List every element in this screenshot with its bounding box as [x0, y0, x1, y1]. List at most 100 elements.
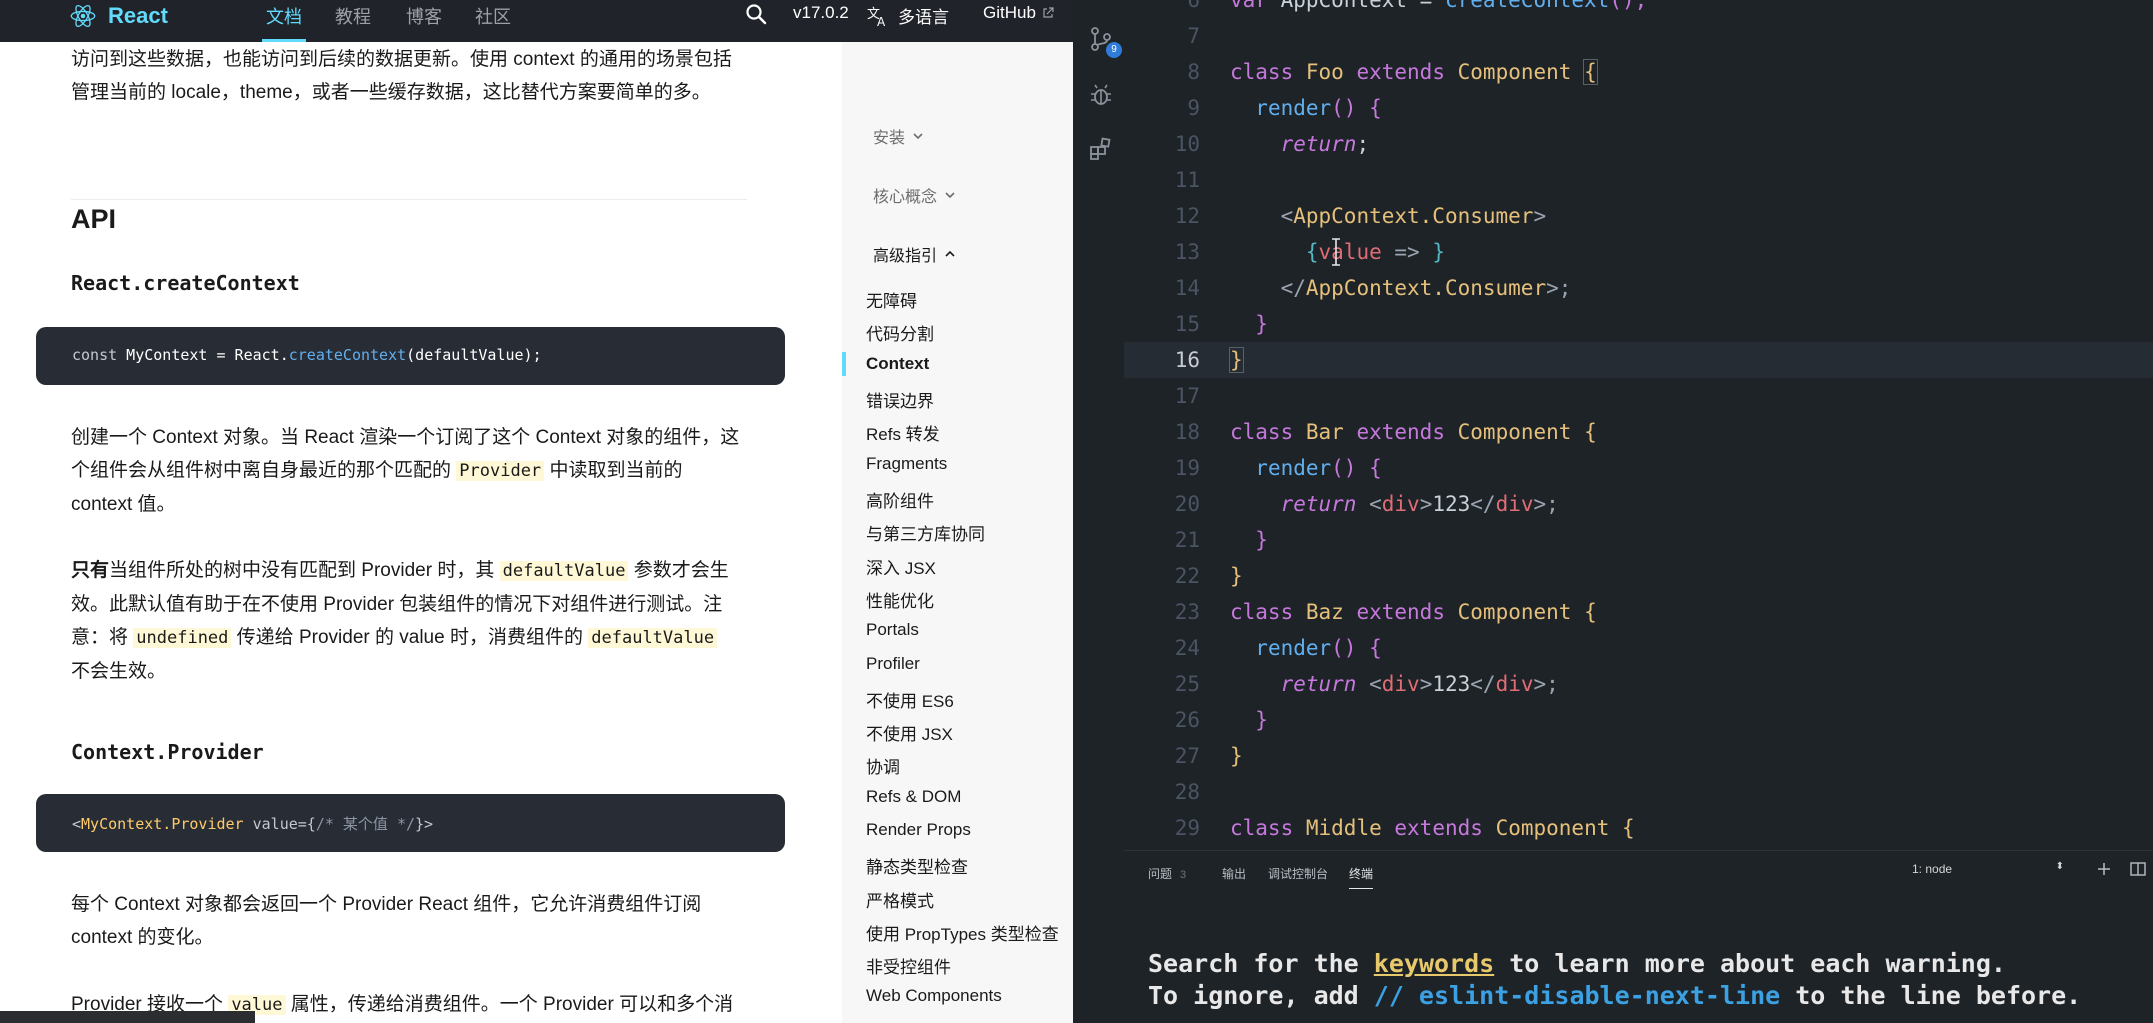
sidebar-section-core-concepts[interactable]: 核心概念: [873, 183, 956, 207]
text-cursor-icon: [1332, 238, 1340, 266]
code-keyword: const: [72, 346, 118, 364]
create-context-description: 创建一个 Context 对象。当 React 渲染一个订阅了这个 Contex…: [71, 421, 751, 521]
code-line: 15 }: [1124, 306, 2153, 342]
token: () {: [1331, 96, 1382, 120]
line-number: 23: [1174, 600, 1200, 624]
provider-code-block: <MyContext.Provider value={/* 某个值 */}>: [36, 794, 785, 852]
code-text: }: [1230, 522, 1268, 558]
code-line: 27 }: [1124, 738, 2153, 774]
token: }: [1229, 347, 1244, 373]
search-icon[interactable]: [744, 2, 768, 26]
para-line: context 值。: [71, 494, 176, 515]
para-line: 个组件会从组件树中离自身最近的那个匹配的 Provider 中读取到当前的: [71, 454, 751, 488]
sidebar-item[interactable]: 错误边界: [866, 387, 934, 412]
terminal-link[interactable]: keywords: [1374, 949, 1494, 978]
tab-terminal[interactable]: 终端: [1349, 865, 1374, 889]
create-context-code-block: const MyContext = React.createContext(de…: [36, 327, 785, 385]
token: Component: [1495, 816, 1610, 840]
problems-count: 3: [1180, 869, 1187, 881]
sidebar-item[interactable]: 协调: [866, 753, 900, 778]
nav-link-blog[interactable]: 博客: [406, 3, 442, 29]
eslint-directive: // eslint-disable-next-line: [1373, 981, 1781, 1010]
horizontal-scrollbar[interactable]: [0, 1011, 255, 1023]
github-link[interactable]: GitHub: [983, 3, 1054, 23]
language-button[interactable]: 文 A 多语言: [866, 3, 949, 28]
sidebar-item[interactable]: 非受控组件: [866, 953, 951, 978]
line-number: 18: [1174, 420, 1200, 444]
sidebar-item[interactable]: Portals: [866, 620, 919, 640]
sidebar-item[interactable]: 无障碍: [866, 287, 917, 312]
sidebar-item[interactable]: Web Components: [866, 986, 1002, 1006]
sidebar-item[interactable]: 严格模式: [866, 887, 934, 912]
sidebar-item[interactable]: 不使用 ES6: [866, 687, 954, 712]
add-terminal-icon[interactable]: [2094, 859, 2114, 879]
active-item-indicator: [842, 352, 846, 376]
token: createContext: [1444, 0, 1610, 12]
nav-link-community[interactable]: 社区: [475, 3, 511, 29]
react-logo-link[interactable]: React: [70, 0, 168, 32]
para-line: 效。此默认值有助于在不使用 Provider 包装组件的情况下对组件进行测试。注: [71, 594, 723, 615]
token: <: [1280, 204, 1294, 228]
sidebar-item[interactable]: 性能优化: [866, 587, 934, 612]
code-text: class Foo extends Component {: [1230, 54, 1598, 90]
text: 中读取到当前的: [544, 460, 683, 481]
svg-text:A: A: [877, 15, 886, 28]
sidebar-section-advanced-guides[interactable]: 高级指引: [873, 242, 956, 266]
code-text: <AppContext.Consumer>: [1230, 198, 1547, 234]
token: Component: [1457, 420, 1572, 444]
code-text: var AppContext = createContext();: [1230, 0, 1647, 18]
nav-link-docs[interactable]: 文档: [262, 3, 306, 42]
sidebar-item[interactable]: Refs 转发: [866, 420, 940, 445]
top-navigation: React 文档 教程 博客 社区 v17.0.2 文 A 多语言 GitHub: [0, 0, 1073, 42]
sidebar-item[interactable]: 高阶组件: [866, 487, 934, 512]
token: >: [1533, 204, 1547, 228]
text: 传递给 Provider 的 value 时，消费组件的: [231, 627, 589, 648]
token: 123: [1432, 492, 1471, 516]
sidebar-item[interactable]: 深入 JSX: [866, 554, 936, 579]
code-line: 13 {value => }: [1124, 234, 2153, 270]
intro-line: 访问到这些数据，也能访问到后续的数据更新。使用 context 的通用的场景包括: [71, 49, 732, 70]
token: Bar: [1305, 420, 1344, 444]
sidebar-item[interactable]: Fragments: [866, 454, 947, 474]
code-editor[interactable]: 6 var AppContext = createContext(); 7 8 …: [1124, 0, 2153, 845]
token: }: [1230, 564, 1243, 588]
extensions-icon[interactable]: [1088, 136, 1114, 162]
tab-problems[interactable]: 问题 3: [1148, 865, 1186, 882]
token: Foo: [1305, 60, 1344, 84]
token: render: [1255, 636, 1332, 660]
default-value-paragraph: 只有当组件所处的树中没有匹配到 Provider 时，其 defaultValu…: [71, 554, 751, 688]
token: =>: [1381, 240, 1433, 264]
sidebar-item[interactable]: 使用 PropTypes 类型检查: [866, 920, 1059, 945]
token: class: [1230, 816, 1294, 840]
tab-debug-console[interactable]: 调试控制台: [1268, 865, 1328, 882]
tab-output[interactable]: 输出: [1222, 865, 1246, 882]
terminal-select[interactable]: 1: node ⬍: [1904, 859, 2070, 881]
sidebar-item[interactable]: 不使用 JSX: [866, 720, 953, 745]
split-terminal-icon[interactable]: [2128, 859, 2148, 879]
sidebar-item[interactable]: 与第三方库协同: [866, 520, 985, 545]
sidebar-item-active[interactable]: Context: [866, 354, 929, 374]
code-comment: /* 某个值 */: [315, 815, 416, 833]
sidebar-item[interactable]: Render Props: [866, 820, 971, 840]
line-number: 11: [1174, 168, 1200, 192]
sidebar-item[interactable]: Profiler: [866, 654, 920, 674]
code-function: createContext: [288, 346, 407, 364]
code-text: return;: [1230, 126, 1370, 162]
token: {: [1622, 816, 1635, 840]
line-number: 16: [1174, 348, 1200, 372]
debug-icon[interactable]: [1088, 82, 1114, 108]
version-link[interactable]: v17.0.2: [793, 3, 849, 23]
chevron-up-icon: [945, 250, 955, 257]
sidebar-section-install[interactable]: 安装: [873, 124, 924, 148]
code-line: 24 render() {: [1124, 630, 2153, 666]
sidebar-item[interactable]: 静态类型检查: [866, 853, 968, 878]
bottom-panel: 问题 3 输出 调试控制台 终端 1: node ⬍ Search for the…: [1124, 850, 2153, 1023]
token: Middle: [1305, 816, 1382, 840]
sidebar-item[interactable]: 代码分割: [866, 320, 934, 345]
section-label: 安装: [873, 130, 906, 147]
token: return: [1280, 492, 1357, 516]
token: {: [1583, 59, 1598, 85]
nav-link-tutorial[interactable]: 教程: [335, 3, 371, 29]
code-line: 9 render() {: [1124, 90, 2153, 126]
sidebar-item[interactable]: Refs & DOM: [866, 787, 961, 807]
